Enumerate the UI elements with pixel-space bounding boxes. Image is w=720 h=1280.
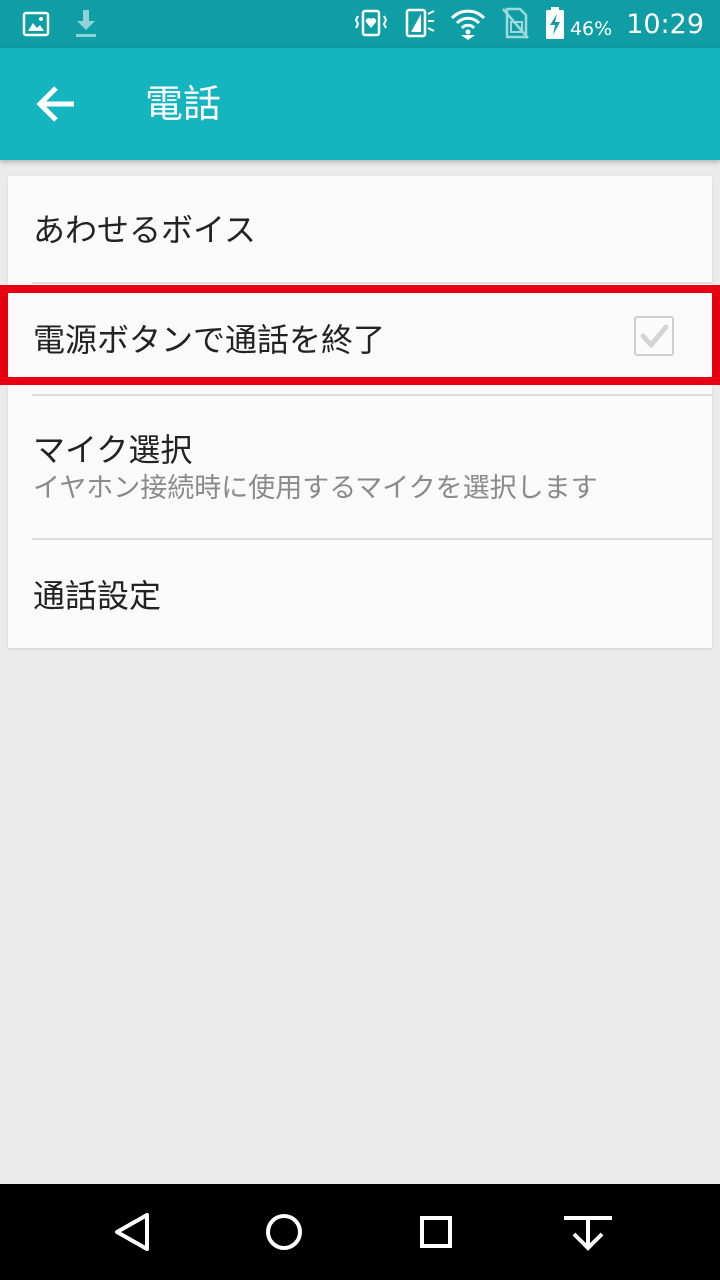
vibrate-heart-icon	[354, 6, 388, 44]
battery-charging-icon	[544, 6, 566, 44]
setting-title: マイク選択	[33, 431, 193, 469]
nav-recents-button[interactable]	[406, 1202, 466, 1262]
recents-square-icon	[406, 1216, 466, 1266]
status-bar-right: 46% 10:29	[354, 6, 704, 44]
setting-item-call-settings[interactable]: 通話設定	[8, 540, 712, 648]
nav-home-button[interactable]	[254, 1202, 314, 1262]
image-notification-icon	[22, 10, 50, 42]
setting-summary: イヤホン接続時に使用するマイクを選択します	[33, 473, 598, 504]
setting-title: 通話設定	[33, 577, 162, 615]
no-sim-icon	[500, 6, 530, 44]
back-button[interactable]	[30, 80, 82, 128]
settings-list: あわせるボイス 電源ボタンで通話を終了 マイク選択 イヤホン接続時に使用するマイ…	[8, 176, 712, 648]
setting-title: あわせるボイス	[33, 211, 257, 249]
page-title: 電話	[145, 82, 222, 126]
nav-back-button[interactable]	[102, 1202, 162, 1262]
status-bar-left	[22, 8, 100, 44]
battery-percent: 46%	[569, 18, 613, 40]
status-bar: 46% 10:29	[0, 0, 720, 48]
clock: 10:29	[626, 9, 704, 40]
navigation-bar	[0, 1184, 720, 1280]
screen-flash-icon	[402, 6, 436, 44]
app-bar: 電話	[0, 48, 720, 160]
wifi-icon	[450, 6, 486, 44]
highlight-frame	[0, 285, 720, 385]
setting-item-mic-select[interactable]: マイク選択 イヤホン接続時に使用するマイクを選択します	[8, 396, 712, 540]
notification-pull-icon	[558, 1216, 618, 1266]
download-icon	[72, 8, 100, 44]
nav-notification-pull-button[interactable]	[558, 1202, 618, 1262]
setting-item-voice[interactable]: あわせるボイス	[8, 176, 712, 284]
back-triangle-icon	[102, 1213, 162, 1266]
home-circle-icon	[254, 1214, 314, 1266]
arrow-left-icon	[30, 86, 82, 132]
